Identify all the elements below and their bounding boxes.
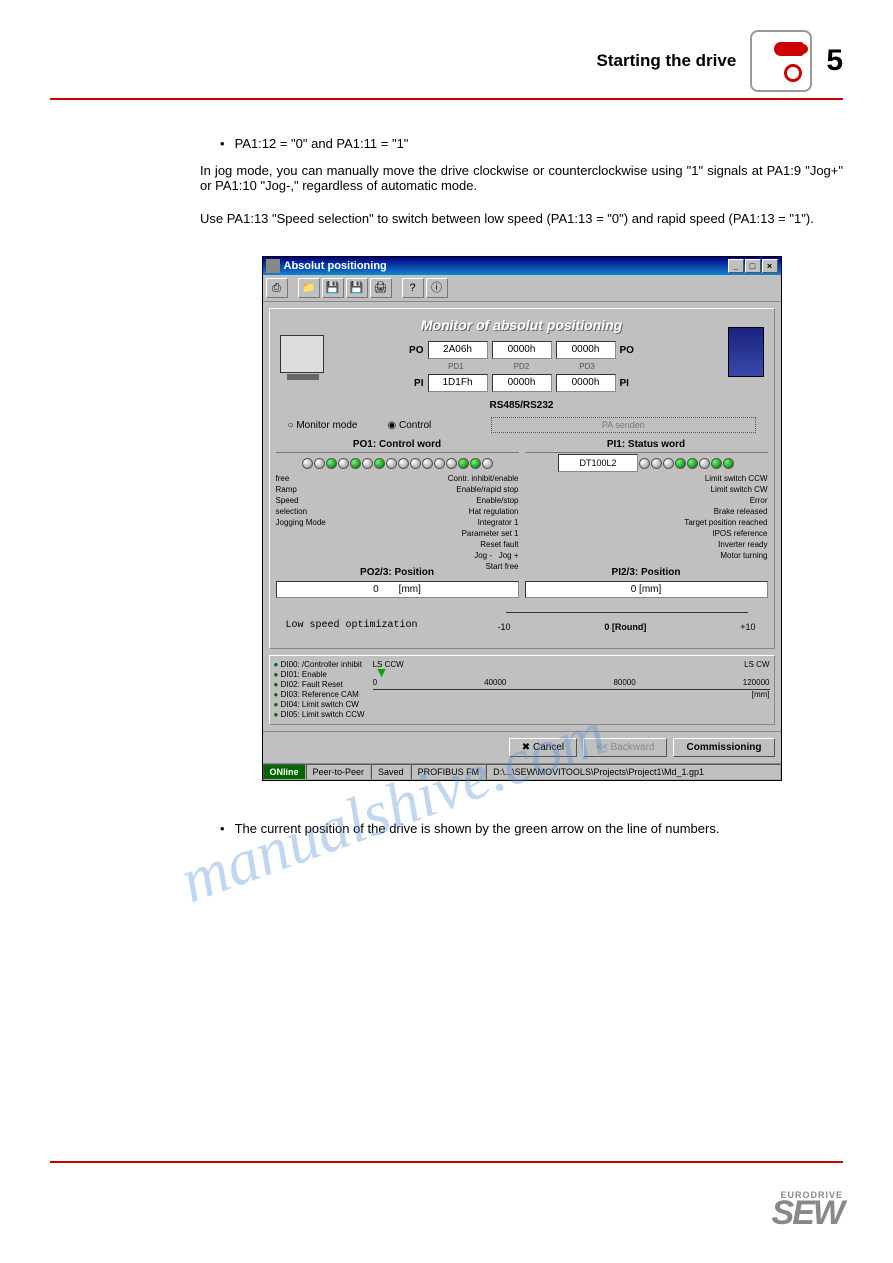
header-rule bbox=[50, 98, 843, 100]
toolbar-save-icon[interactable]: 💾 bbox=[322, 278, 344, 298]
position-number-line: LS CCW LS CW ▼ 040000 80000120000 [mm] bbox=[373, 660, 770, 720]
pi-pos-value: 0 [mm] bbox=[631, 584, 662, 595]
position-arrow-icon: ▼ bbox=[375, 664, 389, 680]
toolbar-print-icon[interactable]: 🖨 bbox=[370, 278, 392, 298]
close-button[interactable]: × bbox=[762, 259, 778, 273]
ls-cw-label: LS CW bbox=[744, 660, 769, 669]
status-peer: Peer-to-Peer bbox=[306, 764, 372, 780]
drive-icon bbox=[728, 327, 764, 377]
bus-label: RS485/RS232 bbox=[276, 400, 768, 411]
pi-label-left: PI bbox=[414, 378, 423, 389]
pd3-label: PD3 bbox=[579, 362, 595, 371]
po-label-right: PO bbox=[620, 345, 634, 356]
cancel-button[interactable]: ✖ Cancel bbox=[509, 738, 577, 757]
footer-logo: EURODRIVE SEW bbox=[772, 1190, 843, 1227]
po-label-left: PO bbox=[409, 345, 423, 356]
pi-value-1: 1D1Fh bbox=[428, 374, 488, 392]
po-bits-right: Contr. inhibit/enableEnable/rapid stop E… bbox=[448, 473, 519, 572]
page-number: 5 bbox=[826, 44, 843, 78]
optimization-label: Low speed optimization bbox=[276, 620, 476, 631]
po-bits-left: freeRamp Speedselection Jogging Mode bbox=[276, 473, 326, 528]
slider-min: -10 bbox=[498, 622, 511, 632]
toolbar-info-icon[interactable]: ⓘ bbox=[426, 278, 448, 298]
status-saved: Saved bbox=[371, 764, 411, 780]
pi-value-2: 0000h bbox=[492, 374, 552, 392]
commissioning-button[interactable]: Commissioning bbox=[673, 738, 774, 757]
slider-mid: 0 [Round] bbox=[604, 622, 646, 632]
pc-icon bbox=[280, 335, 324, 373]
status-path: D:\...\SEW\MOVITOOLS\Projects\Project1\M… bbox=[486, 764, 780, 780]
para-jog-mode: In jog mode, you can manually move the d… bbox=[200, 163, 843, 193]
dio-list: DI00: /Controller inhibitDI01: Enable DI… bbox=[274, 660, 365, 720]
pa-send-button[interactable]: PA senden bbox=[491, 417, 755, 433]
radio-control[interactable]: ◉ Control bbox=[387, 420, 431, 431]
slider-max: +10 bbox=[740, 622, 755, 632]
statusbar: ONline Peer-to-Peer Saved PROFIBUS FM D:… bbox=[263, 763, 781, 780]
status-profibus: PROFIBUS FM bbox=[411, 764, 487, 780]
monitor-title: Monitor of absolut positioning bbox=[276, 317, 768, 333]
titlebar: Absolut positioning _ □ × bbox=[263, 257, 781, 275]
app-window: Absolut positioning _ □ × ⎙ 📁 💾 💾 🖨 ? ⓘ … bbox=[262, 256, 782, 781]
toolbar-help-icon[interactable]: ? bbox=[402, 278, 424, 298]
po-pos-value[interactable]: 0 bbox=[373, 584, 379, 595]
device-name: DT100L2 bbox=[558, 454, 638, 472]
pi23-title: PI2/3: Position bbox=[525, 567, 768, 578]
toolbar-open-icon[interactable]: 📁 bbox=[298, 278, 320, 298]
pi-bits-right: Limit switch CCWLimit switch CW ErrorBra… bbox=[684, 473, 767, 561]
speed-slider[interactable]: -10 0 [Round] +10 bbox=[486, 608, 768, 642]
toolbar-saveall-icon[interactable]: 💾 bbox=[346, 278, 368, 298]
pi1-title: PI1: Status word bbox=[525, 439, 768, 453]
radio-monitor-mode[interactable]: ○ Monitor mode bbox=[288, 420, 358, 431]
toolbar: ⎙ 📁 💾 💾 🖨 ? ⓘ bbox=[263, 275, 781, 302]
bullet-position-arrow: The current position of the drive is sho… bbox=[220, 821, 843, 836]
footer-rule bbox=[50, 1161, 843, 1163]
window-title: Absolut positioning bbox=[284, 260, 387, 272]
section-icon bbox=[750, 30, 812, 92]
app-icon bbox=[266, 259, 280, 273]
section-title: Starting the drive bbox=[597, 51, 737, 71]
po1-leds bbox=[276, 457, 519, 469]
minimize-button[interactable]: _ bbox=[728, 259, 744, 273]
pd2-label: PD2 bbox=[514, 362, 530, 371]
pd1-label: PD1 bbox=[448, 362, 464, 371]
pi-label-right: PI bbox=[620, 378, 629, 389]
po1-title: PO1: Control word bbox=[276, 439, 519, 453]
maximize-button[interactable]: □ bbox=[745, 259, 761, 273]
po-value-1: 2A06h bbox=[428, 341, 488, 359]
status-online: ONline bbox=[263, 764, 306, 780]
pi1-leds: DT100L2 bbox=[525, 457, 768, 469]
backward-button[interactable]: << Backward bbox=[583, 738, 667, 757]
po-pos-unit: [mm] bbox=[399, 584, 421, 595]
para-speed-selection: Use PA1:13 "Speed selection" to switch b… bbox=[200, 211, 843, 226]
axis-unit: [mm] bbox=[373, 690, 770, 699]
pi-value-3: 0000h bbox=[556, 374, 616, 392]
toolbar-btn-1[interactable]: ⎙ bbox=[266, 278, 288, 298]
bullet-config: PA1:12 = "0" and PA1:11 = "1" bbox=[220, 136, 843, 151]
po-value-2: 0000h bbox=[492, 341, 552, 359]
po-value-3: 0000h bbox=[556, 341, 616, 359]
